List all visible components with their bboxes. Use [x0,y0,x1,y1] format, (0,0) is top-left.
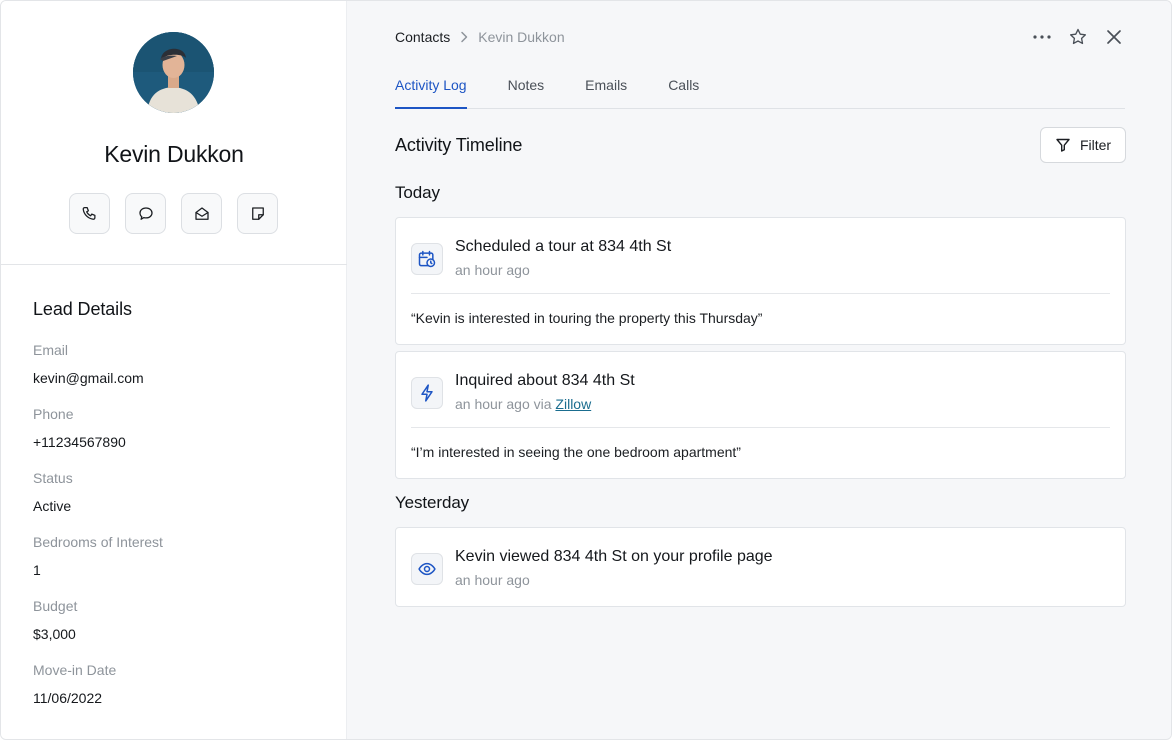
activity-card[interactable]: Kevin viewed 834 4th St on your profile … [395,527,1126,607]
chevron-right-icon [461,31,468,43]
activity-icon-box [411,377,443,409]
tab-activity-log[interactable]: Activity Log [395,69,467,109]
lightning-icon [421,384,433,402]
activity-header: Scheduled a tour at 834 4th St an hour a… [411,238,1110,288]
activity-panel: Contacts Kevin Dukkon Activity Log Notes… [348,1,1171,739]
activity-icon-box [411,243,443,275]
profile-header: Kevin Dukkon [1,1,347,265]
divider [411,293,1110,294]
lead-field-email: Email kevin@gmail.com [33,341,323,405]
activity-meta: an hour ago [455,262,530,278]
field-label: Bedrooms of Interest [33,534,163,550]
activity-card[interactable]: Inquired about 834 4th St an hour ago vi… [395,351,1126,479]
activity-note: “I’m interested in seeing the one bedroo… [411,444,741,460]
field-value: $3,000 [33,626,76,642]
field-value: kevin@gmail.com [33,370,144,386]
activity-note: “Kevin is interested in touring the prop… [411,310,763,326]
activity-time: an hour ago [455,262,530,278]
field-value: 1 [33,562,41,578]
call-button[interactable] [69,193,110,234]
close-icon [1107,30,1121,44]
note-button[interactable] [237,193,278,234]
source-link[interactable]: Zillow [555,396,591,412]
lead-details-title: Lead Details [33,299,132,319]
activity-header: Inquired about 834 4th St an hour ago vi… [411,372,1110,422]
group-label-today: Today [395,183,440,202]
contact-sidebar: Kevin Dukkon Lead Details Email kevin@gm… [1,1,347,739]
activity-title: Kevin viewed 834 4th St on your profile … [455,548,773,565]
star-icon [1070,28,1086,45]
lead-field-bedrooms: Bedrooms of Interest 1 [33,533,323,597]
close-button[interactable] [1103,26,1125,48]
lead-details: Lead Details Email kevin@gmail.com Phone… [33,299,323,725]
more-horizontal-icon [1033,35,1051,39]
lead-field-status: Status Active [33,469,323,533]
lead-field-budget: Budget $3,000 [33,597,323,661]
message-icon [138,206,153,220]
activity-meta: an hour ago via Zillow [455,396,591,412]
lead-field-move-in-date: Move-in Date 11/06/2022 [33,661,323,725]
activity-icon-box [411,553,443,585]
filter-icon [1056,138,1070,152]
field-value: 11/06/2022 [33,690,103,706]
tab-calls[interactable]: Calls [668,69,699,109]
field-label: Phone [33,406,74,422]
group-label-yesterday: Yesterday [395,493,470,512]
eye-icon [418,562,436,576]
field-label: Move-in Date [33,662,117,678]
filter-label: Filter [1079,137,1112,153]
field-value: +11234567890 [33,434,126,450]
breadcrumb-contacts-link[interactable]: Contacts [395,29,450,45]
tab-bar: Activity Log Notes Emails Calls [395,69,1125,109]
breadcrumb: Contacts Kevin Dukkon [395,29,565,45]
field-label: Budget [33,598,78,614]
tab-notes[interactable]: Notes [508,69,545,109]
note-icon [251,206,264,220]
lead-field-phone: Phone +11234567890 [33,405,323,469]
favorite-button[interactable] [1067,26,1089,48]
email-button[interactable] [181,193,222,234]
activity-title: Inquired about 834 4th St [455,372,635,389]
divider [411,427,1110,428]
filter-button[interactable]: Filter [1040,127,1126,163]
timeline-title: Activity Timeline [395,135,523,155]
avatar [133,32,214,113]
activity-card[interactable]: Scheduled a tour at 834 4th St an hour a… [395,217,1126,345]
message-button[interactable] [125,193,166,234]
phone-icon [82,206,96,220]
contact-actions [69,193,278,234]
activity-header: Kevin viewed 834 4th St on your profile … [411,548,1110,598]
activity-meta: an hour ago [455,572,530,588]
activity-time: an hour ago via [455,396,552,412]
breadcrumb-current: Kevin Dukkon [478,29,565,45]
activity-title: Scheduled a tour at 834 4th St [455,238,672,255]
field-value: Active [33,498,72,514]
field-label: Status [33,470,73,486]
contact-detail-window: Kevin Dukkon Lead Details Email kevin@gm… [0,0,1172,740]
header-actions [1031,26,1125,48]
more-options-button[interactable] [1031,26,1053,48]
activity-time: an hour ago [455,572,530,588]
mail-icon [194,206,209,220]
field-label: Email [33,342,69,358]
calendar-clock-icon [418,250,436,268]
contact-name: Kevin Dukkon [104,141,244,167]
tab-emails[interactable]: Emails [585,69,627,109]
